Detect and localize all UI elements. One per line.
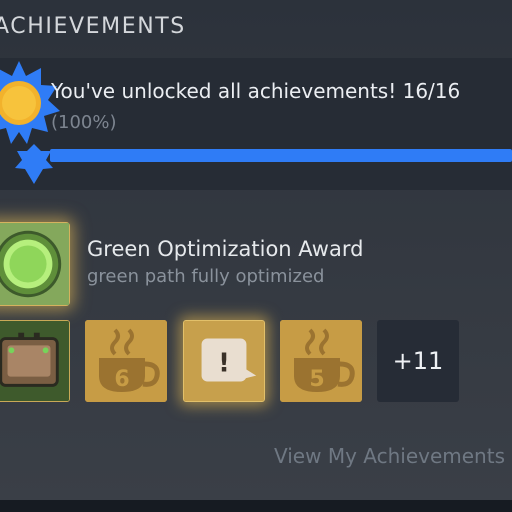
progress-bar	[50, 149, 512, 162]
bottom-strip	[0, 500, 512, 512]
progress-bar-fill	[50, 149, 512, 162]
robot-screen-icon[interactable]	[0, 320, 70, 402]
more-achievements-tile[interactable]: +11	[377, 320, 459, 402]
achievements-panel: ACHIEVEMENTS You've unlocked all achieve…	[0, 0, 512, 500]
section-title: ACHIEVEMENTS	[0, 14, 186, 39]
exclamation-mark: !	[218, 348, 230, 378]
featured-achievement-icon[interactable]	[0, 222, 70, 306]
featured-achievement-description: green path fully optimized	[87, 266, 325, 287]
tile-number-6: 6	[114, 367, 129, 392]
exclamation-speech-bubble-icon[interactable]: !	[183, 320, 265, 402]
progress-marker-icon	[15, 144, 53, 184]
featured-achievement-name: Green Optimization Award	[87, 237, 364, 261]
view-my-achievements-link[interactable]: View My Achievements	[274, 444, 505, 468]
coffee-cup-icon[interactable]: 5	[280, 320, 362, 402]
coffee-cup-icon[interactable]: 6	[85, 320, 167, 402]
sun-badge-icon	[0, 61, 60, 144]
tile-number-5: 5	[309, 367, 324, 392]
progress-message: You've unlocked all achievements! 16/16	[51, 79, 461, 103]
progress-percent: (100%)	[51, 112, 117, 133]
